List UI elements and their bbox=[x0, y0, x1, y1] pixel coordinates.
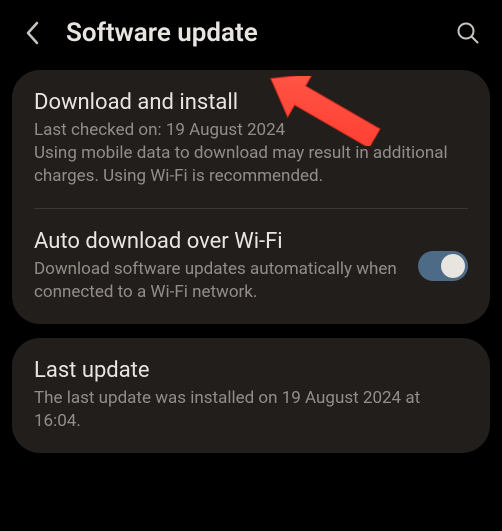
back-icon[interactable] bbox=[18, 19, 46, 47]
download-install-lastchecked: Last checked on: 19 August 2024 bbox=[34, 119, 468, 142]
toggle-knob bbox=[441, 254, 465, 278]
auto-download-description: Download software updates automatically … bbox=[34, 258, 402, 304]
download-install-description: Using mobile data to download may result… bbox=[34, 142, 468, 188]
auto-download-item[interactable]: Auto download over Wi-Fi Download softwa… bbox=[12, 209, 490, 324]
header-bar: Software update bbox=[0, 0, 502, 70]
settings-card-1: Download and install Last checked on: 19… bbox=[12, 70, 490, 324]
download-and-install-item[interactable]: Download and install Last checked on: 19… bbox=[12, 70, 490, 208]
auto-download-title: Auto download over Wi-Fi bbox=[34, 229, 402, 254]
download-install-title: Download and install bbox=[34, 90, 468, 115]
last-update-item[interactable]: Last update The last update was installe… bbox=[12, 338, 490, 453]
page-title: Software update bbox=[66, 18, 454, 48]
last-update-title: Last update bbox=[34, 358, 468, 383]
settings-card-2: Last update The last update was installe… bbox=[12, 338, 490, 453]
search-icon[interactable] bbox=[454, 19, 482, 47]
last-update-description: The last update was installed on 19 Augu… bbox=[34, 387, 468, 433]
auto-download-toggle[interactable] bbox=[418, 251, 468, 281]
